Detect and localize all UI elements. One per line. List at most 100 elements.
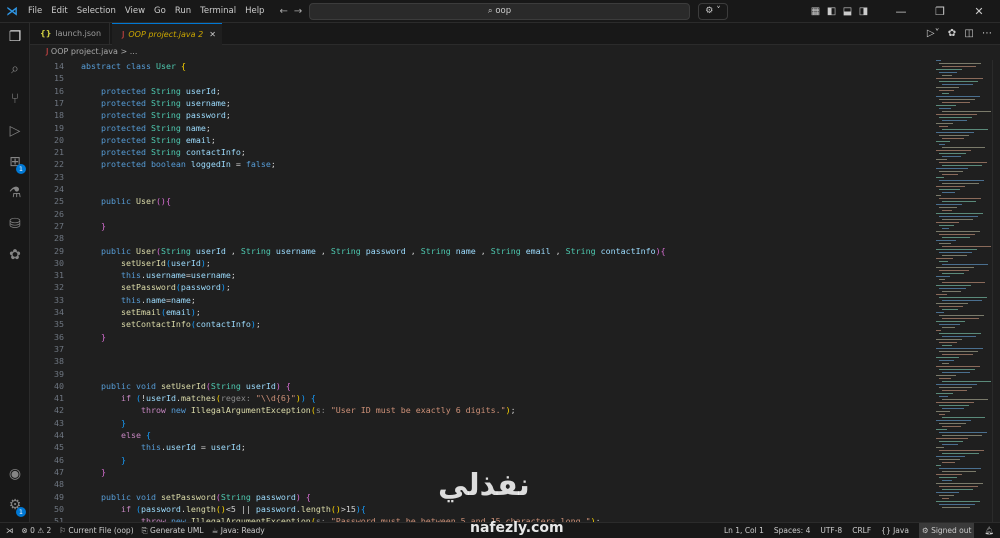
- language-mode[interactable]: {} Java: [881, 523, 909, 538]
- indentation[interactable]: Spaces: 4: [774, 523, 810, 538]
- code-editor[interactable]: 14 abstract class User {15 16 protected St…: [30, 60, 930, 522]
- minimap-line: [942, 390, 967, 391]
- minimap-line: [939, 504, 975, 505]
- code-line[interactable]: 29 public User(String userId , String us…: [30, 245, 930, 257]
- minimap[interactable]: [930, 60, 991, 522]
- menu-edit[interactable]: Edit: [51, 6, 67, 16]
- customize-layout-icon[interactable]: ▦: [809, 6, 822, 17]
- menu-view[interactable]: View: [125, 6, 145, 16]
- split-editor-icon[interactable]: ◫: [964, 28, 973, 39]
- problems-indicator[interactable]: ⊗ 0 ⚠ 2: [22, 523, 52, 538]
- vertical-scrollbar[interactable]: [992, 60, 1000, 522]
- menu-help[interactable]: Help: [245, 6, 264, 16]
- code-line[interactable]: 50 if (password.length()<5 || password.l…: [30, 503, 930, 515]
- code-line[interactable]: 14 abstract class User {: [30, 60, 930, 72]
- source-control-icon[interactable]: ⑂: [0, 91, 30, 107]
- code-line[interactable]: 44 else {: [30, 429, 930, 441]
- database-icon[interactable]: ⛁: [0, 216, 30, 232]
- tab-problem-count: 2: [198, 30, 204, 39]
- code-line[interactable]: 39: [30, 368, 930, 380]
- minimize-icon[interactable]: —: [883, 5, 919, 18]
- run-debug-icon[interactable]: ▷: [0, 123, 30, 139]
- explorer-icon[interactable]: ❐: [0, 29, 30, 45]
- code-line[interactable]: 26: [30, 208, 930, 220]
- code-line[interactable]: 33 this.name=name;: [30, 294, 930, 306]
- code-line[interactable]: 18 protected String password;: [30, 109, 930, 121]
- menu-terminal[interactable]: Terminal: [200, 6, 236, 16]
- java-status[interactable]: ☕ Java: Ready: [212, 523, 265, 538]
- accounts-icon[interactable]: ◉: [0, 466, 30, 482]
- signed-out-button[interactable]: ⚙ Signed out: [918, 523, 975, 538]
- code-line[interactable]: 17 protected String username;: [30, 97, 930, 109]
- chatgpt-icon[interactable]: ✿: [0, 247, 30, 263]
- code-line[interactable]: 28: [30, 232, 930, 244]
- code-line[interactable]: 46 }: [30, 454, 930, 466]
- close-tab-icon[interactable]: ✕: [209, 30, 216, 39]
- code-line[interactable]: 45 this.userId = userId;: [30, 441, 930, 453]
- menu-go[interactable]: Go: [154, 6, 166, 16]
- breadcrumb-symbol[interactable]: > ...: [120, 47, 137, 56]
- code-line[interactable]: 37: [30, 343, 930, 355]
- line-number: 30: [54, 257, 64, 268]
- generate-uml-button[interactable]: ⎘ Generate UML: [142, 523, 204, 538]
- encoding[interactable]: UTF-8: [820, 523, 842, 538]
- current-file-button[interactable]: ⚐ Current File (oop): [59, 523, 133, 538]
- more-actions-icon[interactable]: ⋯: [982, 28, 992, 39]
- code-line[interactable]: 40 public void setUserId(String userId) …: [30, 380, 930, 392]
- copilot-button[interactable]: ⚙ ˅: [698, 3, 728, 20]
- cursor-position[interactable]: Ln 1, Col 1: [724, 523, 764, 538]
- testing-icon[interactable]: ⚗: [0, 185, 30, 201]
- toggle-sidebar-icon[interactable]: ◧: [825, 6, 838, 17]
- search-icon[interactable]: ⌕: [0, 61, 30, 77]
- end-of-line[interactable]: CRLF: [852, 523, 871, 538]
- code-line[interactable]: 43 }: [30, 417, 930, 429]
- code-line[interactable]: 30 setUserId(userId);: [30, 257, 930, 269]
- code-token: userId: [185, 85, 216, 96]
- code-line[interactable]: 19 protected String name;: [30, 122, 930, 134]
- code-line[interactable]: 16 protected String userId;: [30, 85, 930, 97]
- restore-icon[interactable]: ❐: [922, 5, 958, 18]
- code-line[interactable]: 35 setContactInfo(contactInfo);: [30, 318, 930, 330]
- line-number: 43: [54, 417, 64, 428]
- menu-selection[interactable]: Selection: [77, 6, 116, 16]
- code-line[interactable]: 32 setPassword(password);: [30, 281, 930, 293]
- code-line[interactable]: 23: [30, 171, 930, 183]
- command-center-search[interactable]: ⌕ oop: [309, 3, 690, 20]
- code-line[interactable]: 25 public User(){: [30, 195, 930, 207]
- code-line[interactable]: 15: [30, 72, 930, 84]
- code-line[interactable]: 36 }: [30, 331, 930, 343]
- close-window-icon[interactable]: ✕: [961, 5, 997, 18]
- breadcrumb-file[interactable]: OOP project.java: [51, 47, 118, 56]
- code-token: username: [190, 270, 231, 281]
- toggle-panel-icon[interactable]: ⬓: [841, 6, 854, 17]
- code-token: public: [100, 196, 136, 207]
- minimap-line: [936, 69, 962, 70]
- run-icon[interactable]: ▷˅: [927, 28, 940, 39]
- notifications-icon[interactable]: 🔔︎: [984, 523, 994, 538]
- code-line[interactable]: 22 protected boolean loggedIn = false;: [30, 158, 930, 170]
- code-line[interactable]: 27 }: [30, 220, 930, 232]
- tab-launch-json[interactable]: {} launch.json: [30, 23, 110, 45]
- chatgpt-icon[interactable]: ✿: [948, 28, 956, 39]
- code-token: ;: [210, 134, 216, 145]
- code-line[interactable]: 24: [30, 183, 930, 195]
- code-token: setPassword: [120, 282, 176, 293]
- minimap-line: [939, 225, 954, 226]
- tab-oop-project-java[interactable]: J OOP project.java 2 ✕: [112, 23, 222, 46]
- minimap-line: [939, 387, 972, 388]
- code-token: username: [145, 270, 186, 281]
- code-line[interactable]: 38: [30, 355, 930, 367]
- menu-file[interactable]: File: [28, 6, 42, 16]
- remote-icon[interactable]: ⋊: [6, 523, 14, 538]
- code-line[interactable]: 31 this.username=username;: [30, 269, 930, 281]
- code-line[interactable]: 41 if (!userId.matches(regex: "\\d{6}"))…: [30, 392, 930, 404]
- code-line[interactable]: 20 protected String email;: [30, 134, 930, 146]
- code-line[interactable]: 21 protected String contactInfo;: [30, 146, 930, 158]
- menu-run[interactable]: Run: [175, 6, 191, 16]
- code-line[interactable]: 42 throw new IllegalArgumentException(s:…: [30, 404, 930, 416]
- toggle-secondary-sidebar-icon[interactable]: ◨: [857, 6, 870, 17]
- code-line[interactable]: 34 setEmail(email);: [30, 306, 930, 318]
- code-token: String: [150, 110, 186, 121]
- back-forward-icons[interactable]: ←→: [279, 6, 308, 17]
